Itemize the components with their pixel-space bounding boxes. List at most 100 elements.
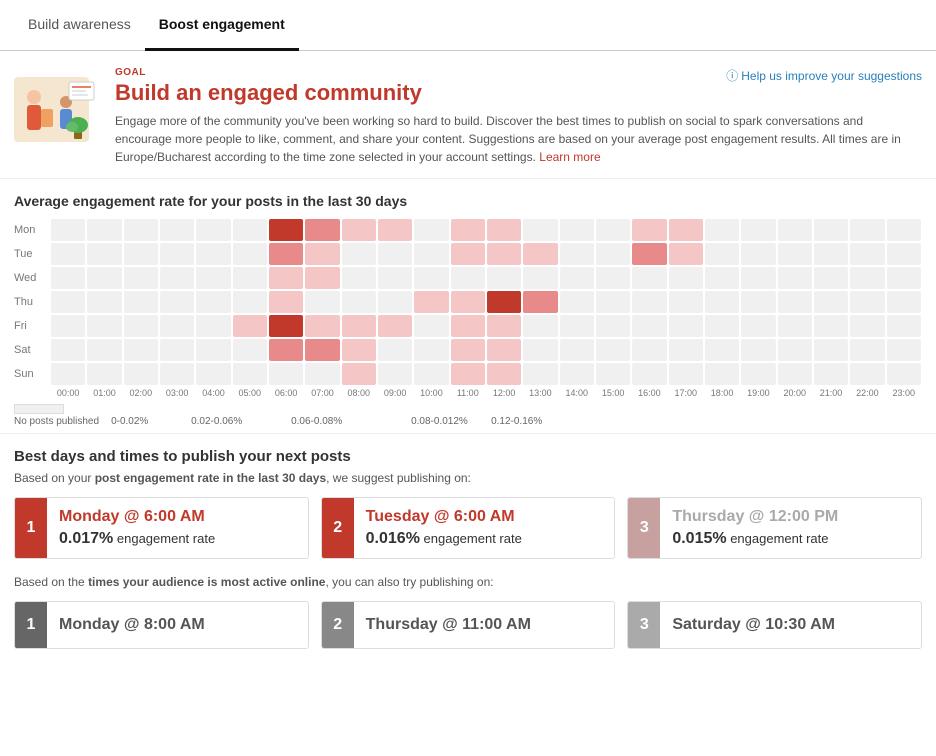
heatmap-time-label: 05:00 [233, 388, 267, 398]
heatmap-cell [124, 363, 158, 385]
heatmap-cell [705, 363, 739, 385]
heatmap-cell [850, 243, 884, 265]
suggestion-card: 2Tuesday @ 6:00 AM0.016% engagement rate [321, 497, 616, 559]
heatmap-time-labels: 00:0001:0002:0003:0004:0005:0006:0007:00… [50, 388, 922, 398]
audience-content: Saturday @ 10:30 AM [660, 602, 921, 648]
heatmap-cell [669, 315, 703, 337]
heatmap-cell [523, 363, 557, 385]
heatmap-time-label: 18:00 [705, 388, 739, 398]
heatmap-cell [378, 363, 412, 385]
heatmap-cell [632, 243, 666, 265]
heatmap-cell [305, 243, 339, 265]
learn-more-link[interactable]: Learn more [539, 150, 600, 164]
heatmap-cell [778, 219, 812, 241]
heatmap-cell [87, 219, 121, 241]
heatmap-cell [378, 219, 412, 241]
heatmap-cell [814, 219, 848, 241]
heatmap-cell [414, 315, 448, 337]
heatmap-cell [124, 219, 158, 241]
heatmap-time-label: 03:00 [160, 388, 194, 398]
heatmap-cell [305, 363, 339, 385]
heatmap-cell [487, 267, 521, 289]
heatmap-cell [414, 291, 448, 313]
goal-illustration-svg [14, 67, 99, 152]
heatmap-cell [632, 363, 666, 385]
heatmap-cell [378, 243, 412, 265]
heatmap-cell [51, 363, 85, 385]
heatmap-cell [778, 363, 812, 385]
heatmap-cell [596, 339, 630, 361]
heatmap-cell [887, 339, 921, 361]
heatmap-cell [487, 291, 521, 313]
heatmap-cell [523, 339, 557, 361]
heatmap-row-sun: Sun [14, 363, 922, 385]
tab-bar: Build awareness Boost engagement [0, 0, 936, 51]
heatmap-cell [741, 363, 775, 385]
heatmap-cell [705, 291, 739, 313]
heatmap-cell [124, 267, 158, 289]
audience-time: Thursday @ 11:00 AM [366, 616, 603, 634]
heatmap-cell [342, 339, 376, 361]
suggestion-rank: 3 [628, 498, 660, 558]
suggestion-rate: 0.016% engagement rate [366, 530, 603, 548]
heatmap-cell [269, 243, 303, 265]
heatmap-cell [741, 291, 775, 313]
heatmap-cell [487, 243, 521, 265]
heatmap-cell [160, 219, 194, 241]
suggestion-rate: 0.015% engagement rate [672, 530, 909, 548]
heatmap-cell [160, 243, 194, 265]
heatmap-cell [305, 339, 339, 361]
heatmap-cell [850, 291, 884, 313]
heatmap-cell [305, 267, 339, 289]
heatmap-cell [560, 219, 594, 241]
heatmap-cell [778, 243, 812, 265]
tab-boost-engagement[interactable]: Boost engagement [145, 0, 299, 51]
tab-build-awareness[interactable]: Build awareness [14, 0, 145, 50]
heatmap-time-label: 16:00 [632, 388, 666, 398]
heatmap-cell [269, 291, 303, 313]
heatmap-cell [342, 243, 376, 265]
audience-time: Saturday @ 10:30 AM [672, 616, 909, 634]
heatmap-cell [669, 219, 703, 241]
heatmap-row-wed: Wed [14, 267, 922, 289]
audience-card: 2Thursday @ 11:00 AM [321, 601, 616, 649]
heatmap-cell [233, 363, 267, 385]
heatmap-cell [850, 267, 884, 289]
help-link[interactable]: ⓘHelp us improve your suggestions [726, 67, 922, 84]
heatmap-cell [850, 339, 884, 361]
heatmap-cell [305, 291, 339, 313]
heatmap-time-label: 01:00 [87, 388, 121, 398]
heatmap-cell [196, 243, 230, 265]
heatmap-cell [196, 363, 230, 385]
heatmap-cell [87, 315, 121, 337]
legend: No posts published 0-0.02% 0.02-0.06% 0.… [14, 404, 922, 427]
heatmap-cell [850, 315, 884, 337]
heatmap-cell [705, 339, 739, 361]
heatmap-cell [596, 219, 630, 241]
heatmap-cell [451, 315, 485, 337]
heatmap-cell [342, 363, 376, 385]
audience-content: Thursday @ 11:00 AM [354, 602, 615, 648]
audience-rank: 3 [628, 602, 660, 648]
heatmap-time-label: 04:00 [196, 388, 230, 398]
audience-time: Monday @ 8:00 AM [59, 616, 296, 634]
heatmap-cell [269, 219, 303, 241]
heatmap-cell [124, 339, 158, 361]
heatmap-cell [269, 339, 303, 361]
heatmap-cell [887, 243, 921, 265]
heatmap-cell [669, 363, 703, 385]
heatmap-cell [778, 267, 812, 289]
heatmap-cell [233, 339, 267, 361]
heatmap-cell [451, 219, 485, 241]
goal-desc-text: Engage more of the community you've been… [115, 114, 901, 164]
heatmap-cell [124, 291, 158, 313]
heatmap-cell [814, 339, 848, 361]
heatmap-cell [51, 243, 85, 265]
suggestion-rank: 1 [15, 498, 47, 558]
heatmap-cell [669, 339, 703, 361]
heatmap-day-label: Wed [14, 272, 50, 284]
suggestion-content: Thursday @ 12:00 PM0.015% engagement rat… [660, 498, 921, 558]
heatmap-cell [233, 291, 267, 313]
heatmap-cell [596, 267, 630, 289]
heatmap-cell [778, 339, 812, 361]
